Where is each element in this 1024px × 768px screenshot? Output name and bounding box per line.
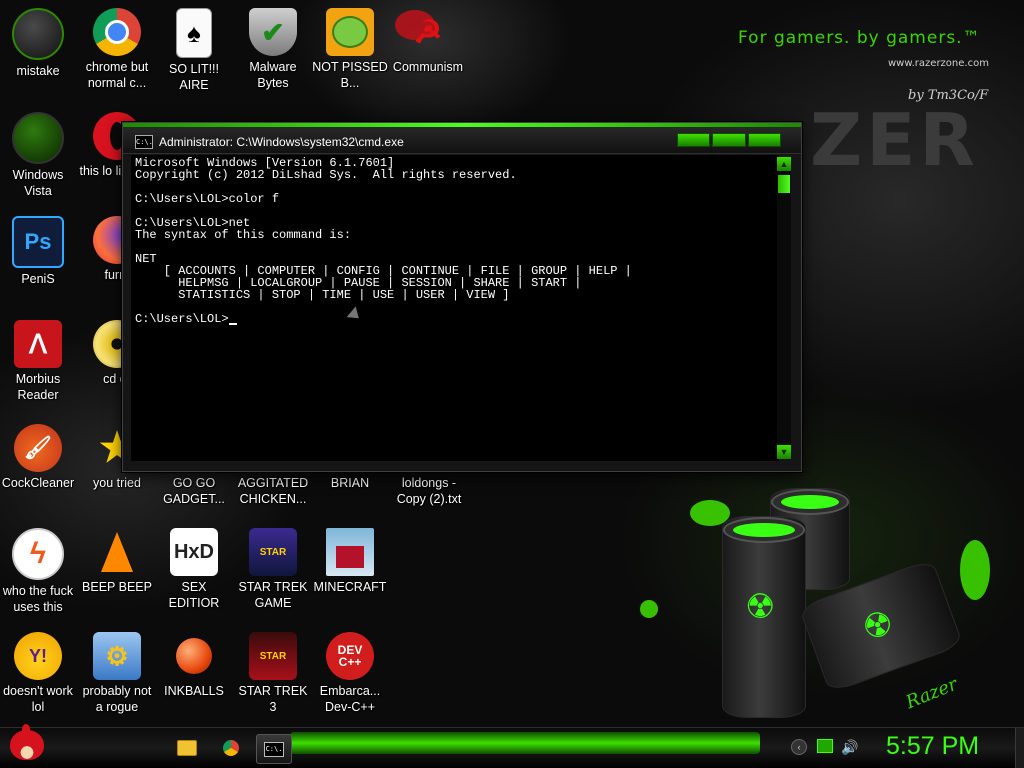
wallpaper-url: www.razerzone.com — [888, 58, 989, 69]
chrome-icon — [223, 740, 239, 756]
desktop-icon[interactable]: ✔ Malware Bytes — [235, 8, 311, 91]
wallpaper-tagline: For gamers. by gamers.™ — [738, 28, 981, 48]
lightning-bolt-icon: ϟ — [12, 528, 64, 580]
explorer-icon — [177, 740, 197, 756]
green-splat — [640, 600, 658, 618]
shield-check-icon: ✔ — [249, 8, 297, 56]
cmd-prompt: C:\Users\LOL> — [135, 312, 229, 326]
volume-icon[interactable]: 🔊 — [841, 739, 858, 755]
desktop-icon[interactable]: MINECRAFT — [312, 528, 388, 595]
cmd-icon: C:\. — [264, 741, 284, 757]
desktop-icon[interactable]: Windows Vista — [0, 112, 76, 199]
yahoo-messenger-icon: Y! — [14, 632, 62, 680]
cmd-line: STATISTICS | STOP | TIME | USE | USER | … — [135, 288, 510, 302]
cmd-window[interactable]: C:\. Administrator: C:\Windows\system32\… — [122, 122, 802, 472]
wallpaper-signature: by Tm3Co/F — [908, 88, 989, 103]
vlc-cone-icon — [93, 528, 141, 576]
start-button[interactable] — [6, 722, 50, 766]
desktop-icon[interactable]: ϟ who the fuck uses this — [0, 528, 76, 615]
taskbar: C:\. ‹ 🔊 5:57 PM — [0, 724, 1024, 768]
cmd-line: Copyright (c) 2012 DiLshad Sys. All righ… — [135, 168, 517, 182]
taskbar-chrome-button[interactable] — [214, 734, 248, 762]
cmd-console[interactable]: Microsoft Windows [Version 6.1.7601] Cop… — [131, 155, 779, 461]
text-cursor — [228, 323, 237, 325]
desktop-icon[interactable]: ♠ SO LIT!!! AIRE — [156, 8, 232, 93]
taskbar-explorer-button[interactable] — [170, 734, 204, 762]
close-button[interactable] — [747, 133, 781, 147]
desktop-icon[interactable]: DEV C++ Embarca... Dev-C++ — [312, 632, 388, 715]
maximize-button[interactable] — [712, 133, 746, 147]
dev-cpp-icon: DEV C++ — [326, 632, 374, 680]
hxd-editor-icon: HxD — [170, 528, 218, 576]
taskbar-glow — [290, 732, 760, 754]
desktop-icon[interactable]: ☭ Communism — [390, 8, 466, 75]
inkball-icon — [170, 632, 218, 680]
settings-gears-icon: ⚙ — [93, 632, 141, 680]
green-splat — [960, 540, 990, 600]
green-orb-icon — [12, 8, 64, 60]
desktop-icon[interactable]: chrome but normal c... — [79, 8, 155, 91]
playing-cards-icon: ♠ — [176, 8, 212, 58]
cmd-titlebar[interactable]: C:\. Administrator: C:\Windows\system32\… — [123, 123, 801, 154]
desktop-icon[interactable]: Y! doesn't work lol — [0, 632, 76, 715]
radiation-icon: ☢ — [857, 602, 899, 650]
toxic-barrel: ☢ — [722, 516, 806, 718]
bad-piggies-icon — [326, 8, 374, 56]
angry-bird-icon — [10, 724, 44, 760]
radiation-icon: ☢ — [745, 588, 776, 626]
hammer-sickle-icon: ☭ — [413, 14, 443, 50]
taskbar-clock[interactable]: 5:57 PM — [886, 732, 979, 761]
cmd-output: Microsoft Windows [Version 6.1.7601] Cop… — [131, 155, 779, 327]
tray-arrow-icon[interactable]: ‹ — [791, 739, 807, 755]
desktop-icon[interactable]: ⚙ probably not a rogue — [79, 632, 155, 715]
cmd-line: C:\Users\LOL>color f — [135, 192, 280, 206]
desktop-icon[interactable]: 🖌 CockCleaner — [0, 424, 76, 491]
desktop-icon[interactable]: STAR STAR TREK 3 — [235, 632, 311, 715]
wallpaper-razer-logo: ZER — [810, 98, 979, 182]
scroll-thumb[interactable] — [778, 175, 790, 193]
photoshop-icon: Ps — [12, 216, 64, 268]
cmd-window-icon[interactable]: C:\. — [135, 135, 153, 149]
show-desktop-button[interactable] — [1015, 728, 1024, 768]
desktop-icon[interactable]: NOT PISSED B... — [312, 8, 388, 91]
window-controls — [677, 133, 781, 147]
taskbar-cmd-button[interactable]: C:\. — [256, 734, 292, 764]
desktop-icon[interactable]: HxD SEX EDITIOR — [156, 528, 232, 611]
desktop-icon[interactable]: Ps PeniS — [0, 216, 76, 287]
acrobat-reader-icon: ᐱ — [14, 320, 62, 368]
minimize-button[interactable] — [677, 133, 711, 147]
star-wars-angry-birds-icon: STAR — [249, 528, 297, 576]
desktop-icon[interactable]: mistake — [0, 8, 76, 79]
star-wars-angry-birds-2-icon: STAR — [249, 632, 297, 680]
system-tray: ‹ 🔊 — [785, 736, 865, 760]
cmd-line: The syntax of this command is: — [135, 228, 352, 242]
cmd-window-title: Administrator: C:\Windows\system32\cmd.e… — [159, 135, 404, 149]
scroll-up-button[interactable]: ▲ — [777, 157, 791, 171]
scroll-down-button[interactable]: ▼ — [777, 445, 791, 459]
windows-vista-orb-icon — [12, 112, 64, 164]
ccleaner-brush-icon: 🖌 — [14, 424, 62, 472]
barrel-razer-logo: Razer — [903, 673, 961, 714]
desktop-icon[interactable]: ᐱ Morbius Reader — [0, 320, 76, 403]
network-icon[interactable] — [817, 739, 833, 753]
minecraft-icon — [326, 528, 374, 576]
cmd-scrollbar[interactable]: ▲ ▼ — [777, 157, 791, 459]
desktop-icon[interactable]: BEEP BEEP — [79, 528, 155, 595]
desktop-icon[interactable]: INKBALLS — [156, 632, 232, 699]
chrome-icon — [93, 8, 141, 56]
desktop-icon[interactable]: STAR STAR TREK GAME — [235, 528, 311, 611]
